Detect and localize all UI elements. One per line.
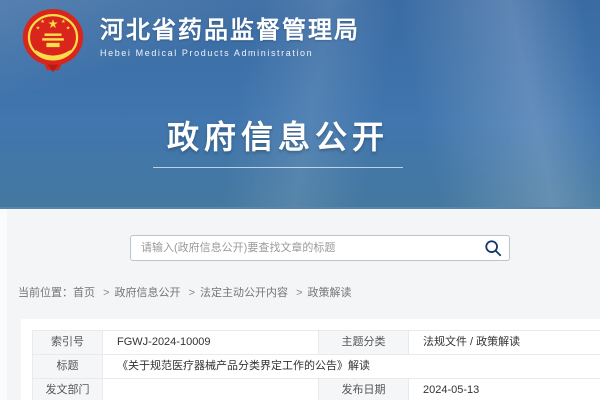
site-title: 河北省药品监督管理局 [100, 18, 360, 44]
search-button[interactable] [484, 239, 502, 257]
field-value-topic-category: 法规文件 / 政策解读 [409, 331, 600, 355]
search-input[interactable] [130, 235, 510, 261]
banner-title: 政府信息公开 [0, 112, 556, 158]
field-value-index-number: FGWJ-2024-10009 [103, 331, 319, 355]
breadcrumb-separator: > [103, 287, 109, 299]
search-icon [484, 239, 502, 257]
breadcrumb-label: 当前位置： [18, 287, 73, 299]
field-value-issuing-department [103, 379, 319, 400]
national-emblem-logo: ★ ★ ★ ★ ★ [18, 8, 88, 74]
field-label-issuing-department: 发文部门 [33, 379, 103, 400]
field-label-publish-date: 发布日期 [319, 379, 409, 400]
site-brand-text: 河北省药品监督管理局 Hebei Medical Products Admini… [100, 8, 360, 58]
field-label-title: 标题 [33, 355, 103, 379]
field-value-title: 《关于规范医疗器械产品分类界定工作的公告》解读 [103, 355, 600, 379]
site-header: ★ ★ ★ ★ ★ 河北省药品监督管理局 Hebei Medical Produ… [0, 0, 600, 209]
field-value-publish-date: 2024-05-13 [409, 379, 600, 400]
breadcrumb-item-statutory-disclosure[interactable]: 法定主动公开内容 [200, 287, 288, 299]
document-card: 索引号 FGWJ-2024-10009 主题分类 法规文件 / 政策解读 标题 … [21, 319, 600, 400]
svg-text:★: ★ [36, 26, 41, 32]
breadcrumb-item-policy-interpretation[interactable]: 政策解读 [308, 287, 352, 299]
breadcrumb: 当前位置：首页 > 政府信息公开 > 法定主动公开内容 > 政策解读 [18, 284, 352, 300]
svg-text:★: ★ [40, 19, 45, 25]
breadcrumb-item-home[interactable]: 首页 [73, 287, 95, 299]
search-box [130, 235, 510, 261]
site-brand[interactable]: ★ ★ ★ ★ ★ 河北省药品监督管理局 Hebei Medical Produ… [18, 8, 360, 74]
page-left-gutter [0, 209, 7, 400]
page: ★ ★ ★ ★ ★ 河北省药品监督管理局 Hebei Medical Produ… [0, 0, 600, 400]
site-title-en: Hebei Medical Products Administration [100, 48, 360, 58]
field-label-topic-category: 主题分类 [319, 331, 409, 355]
breadcrumb-separator: > [296, 287, 302, 299]
svg-text:★: ★ [61, 19, 66, 25]
breadcrumb-item-gov-info[interactable]: 政府信息公开 [115, 287, 181, 299]
svg-text:★: ★ [48, 17, 59, 31]
svg-text:★: ★ [66, 26, 71, 32]
breadcrumb-separator: > [189, 287, 195, 299]
document-info-table: 索引号 FGWJ-2024-10009 主题分类 法规文件 / 政策解读 标题 … [32, 330, 600, 400]
banner-underline [153, 167, 403, 168]
field-label-index-number: 索引号 [33, 331, 103, 355]
